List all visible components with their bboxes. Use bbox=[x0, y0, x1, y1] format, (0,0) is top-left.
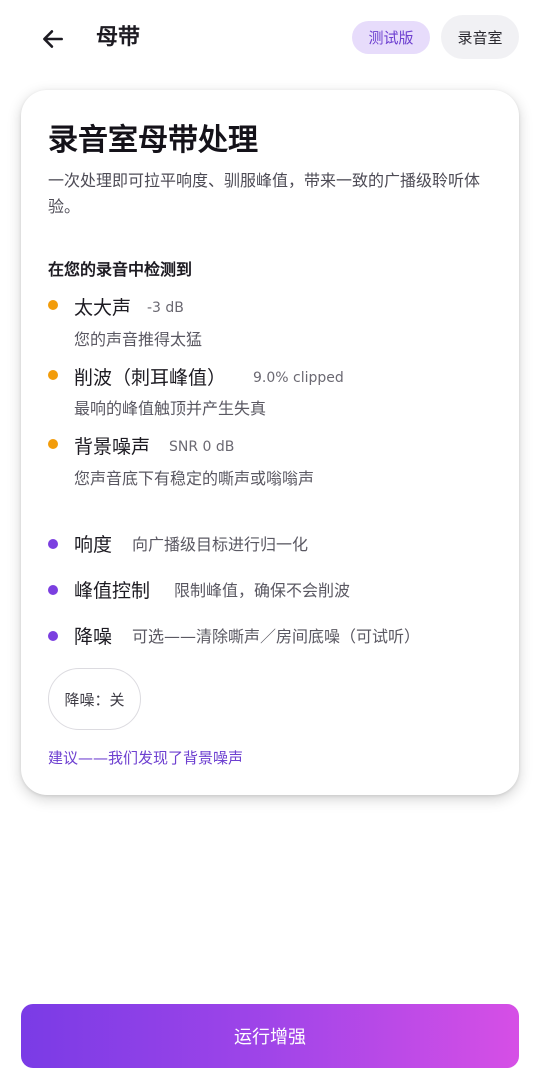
run-enhance-button[interactable]: 运行增强 bbox=[21, 1004, 519, 1068]
arrow-left-icon bbox=[43, 30, 63, 48]
top-app-bar: 母带 测试版 录音室 bbox=[0, 0, 540, 80]
warning-dot-icon bbox=[48, 439, 58, 449]
issue-description: 您声音底下有稳定的嘶声或嗡嗡声 bbox=[74, 469, 315, 488]
feature-dot-icon bbox=[48, 631, 58, 641]
issue-metric: SNR 0 dB bbox=[169, 439, 235, 455]
back-button[interactable] bbox=[34, 20, 72, 58]
issue-description: 最响的峰值触顶并产生失真 bbox=[74, 399, 267, 418]
card-description: 一次处理即可拉平响度、驯服峰值，带来一致的广播级聆听体验。 bbox=[48, 171, 481, 216]
feature-dot-icon bbox=[48, 585, 58, 595]
feature-name: 降噪 bbox=[74, 626, 113, 648]
page-title: 母带 bbox=[96, 25, 141, 50]
issue-description: 您的声音推得太猛 bbox=[74, 330, 203, 349]
feature-description: 限制峰值，确保不会削波 bbox=[174, 581, 351, 600]
noise-reduction-toggle[interactable]: 降噪：关 bbox=[48, 668, 141, 730]
issue-metric: -3 dB bbox=[147, 300, 184, 316]
detected-heading: 在您的录音中检测到 bbox=[48, 260, 193, 279]
issue-name: 太大声 bbox=[74, 297, 132, 319]
suggestion-link[interactable]: 建议——我们发现了背景噪声 bbox=[48, 746, 243, 770]
warning-dot-icon bbox=[48, 300, 58, 310]
mastering-card: 录音室母带处理 一次处理即可拉平响度、驯服峰值，带来一致的广播级聆听体验。 在您… bbox=[21, 90, 519, 795]
feature-name: 峰值控制 bbox=[74, 580, 151, 602]
feature-description: 向广播级目标进行归一化 bbox=[132, 535, 309, 554]
issue-name: 背景噪声 bbox=[74, 436, 151, 458]
card-title: 录音室母带处理 bbox=[48, 123, 258, 158]
beta-badge: 测试版 bbox=[352, 21, 430, 54]
warning-dot-icon bbox=[48, 370, 58, 380]
feature-dot-icon bbox=[48, 539, 58, 549]
feature-description: 可选——清除嘶声／房间底噪（可试听） bbox=[132, 627, 421, 646]
mastering-screen: 母带 测试版 录音室 录音室母带处理 一次处理即可拉平响度、驯服峰值，带来一致的… bbox=[0, 0, 540, 1075]
issue-name: 削波（刺耳峰值） bbox=[74, 367, 227, 389]
feature-name: 响度 bbox=[74, 534, 113, 556]
issue-metric: 9.0% clipped bbox=[253, 370, 344, 386]
studio-chip[interactable]: 录音室 bbox=[441, 15, 519, 59]
